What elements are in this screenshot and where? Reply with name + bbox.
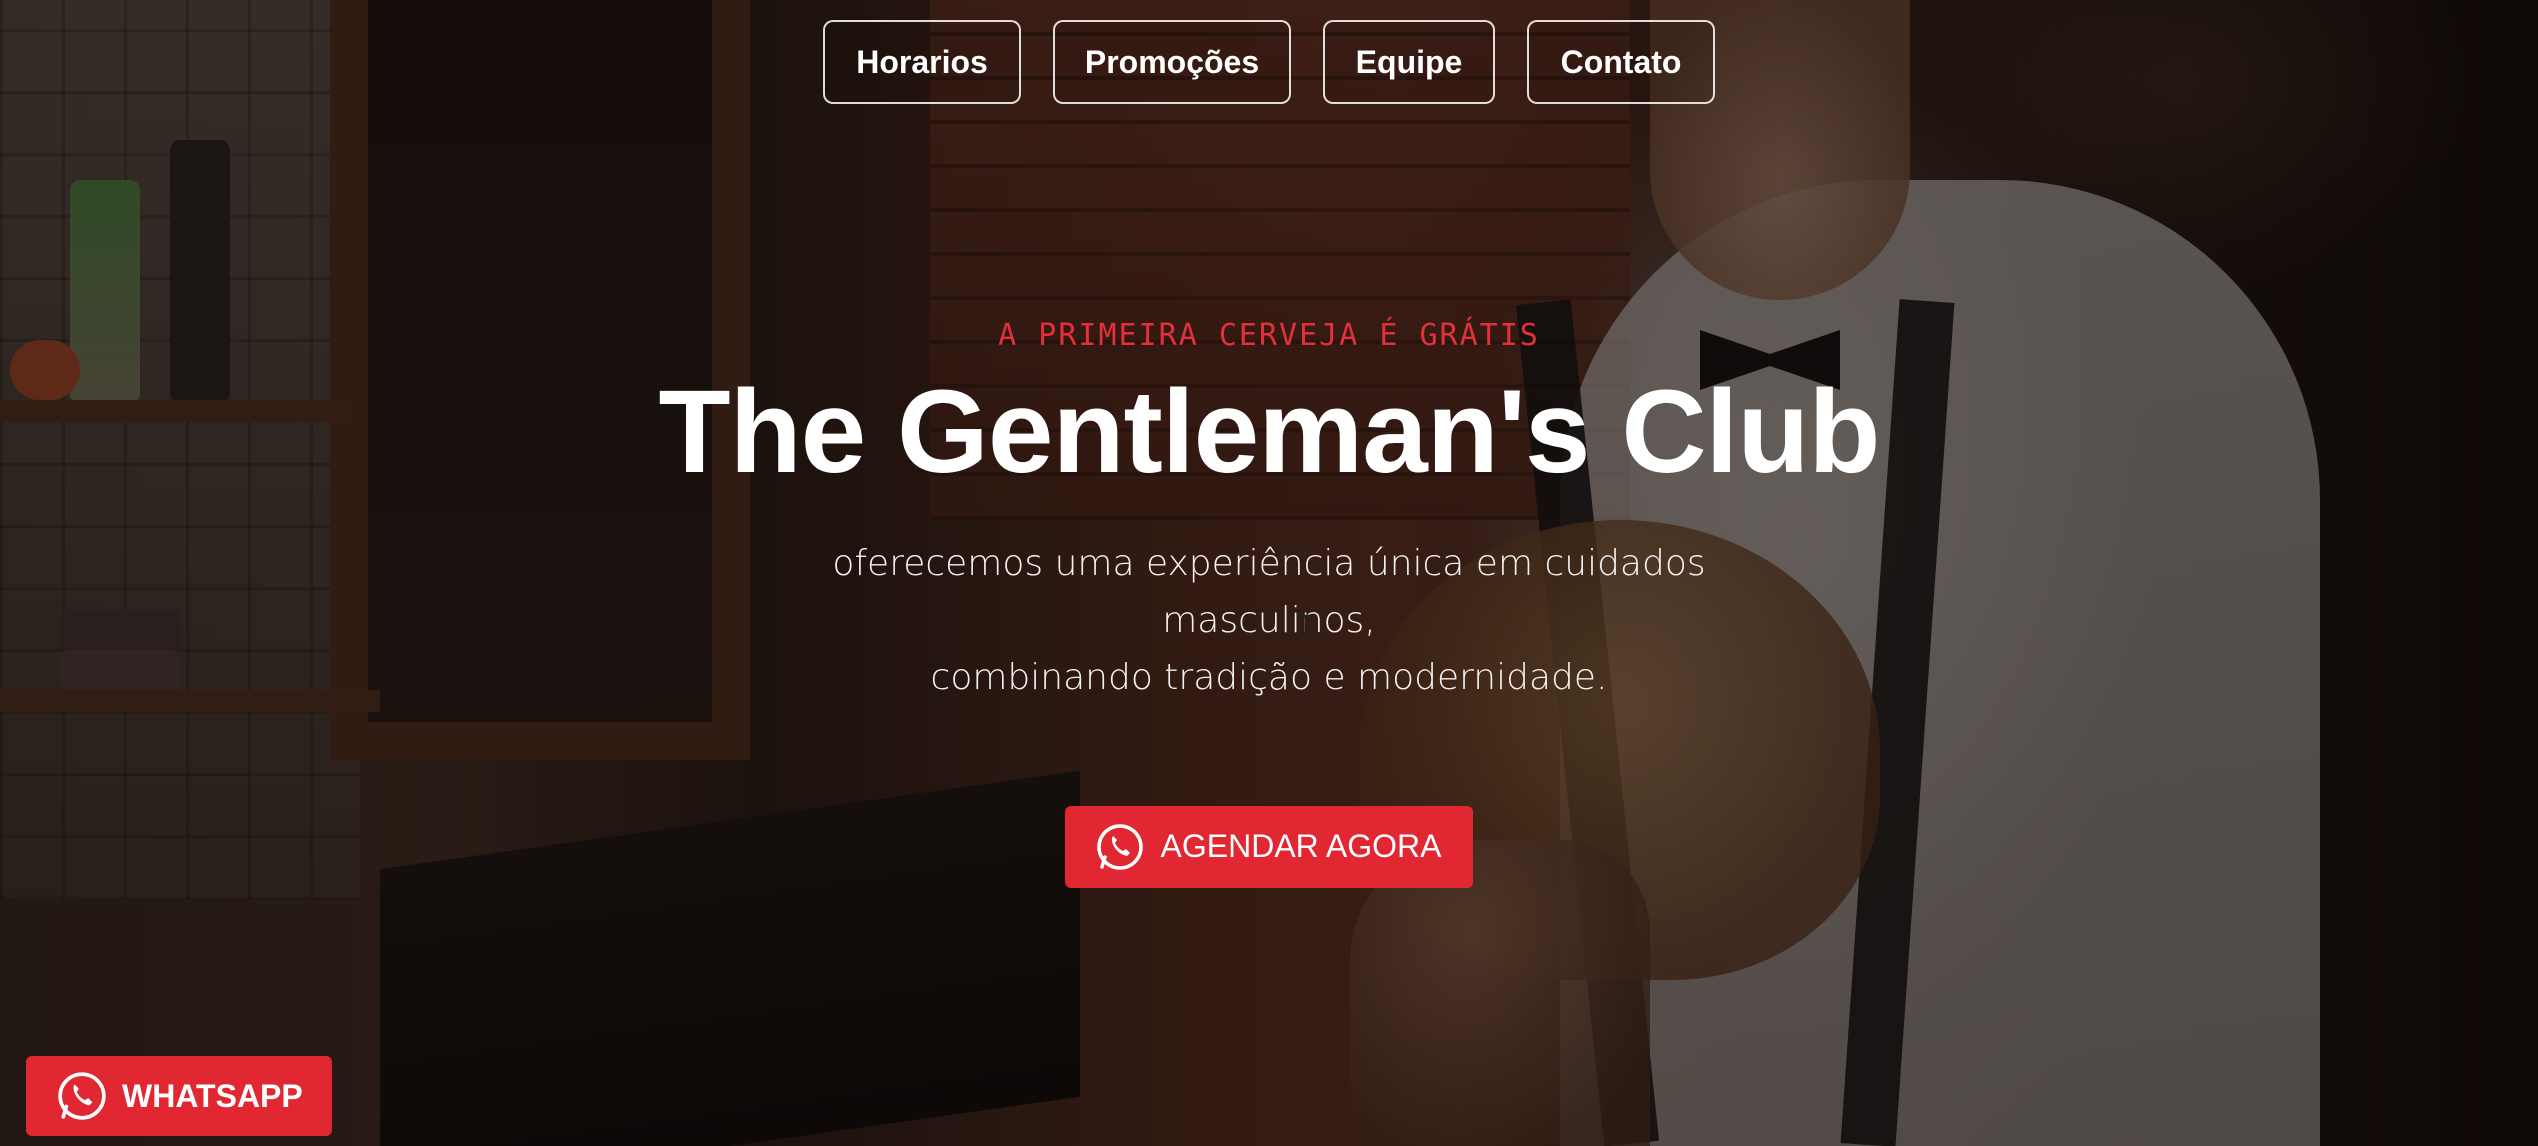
page-title: The Gentleman's Club: [658, 366, 1880, 498]
hero-subtitle: oferecemos uma experiência única em cuid…: [739, 535, 1799, 706]
hero-section: A PRIMEIRA CERVEJA É GRÁTIS The Gentlema…: [0, 318, 2538, 888]
whatsapp-icon: [58, 1072, 106, 1120]
nav-promocoes[interactable]: Promoções: [1053, 20, 1291, 104]
nav-contato[interactable]: Contato: [1527, 20, 1715, 104]
top-nav: Horarios Promoções Equipe Contato: [0, 20, 2538, 104]
nav-equipe[interactable]: Equipe: [1323, 20, 1495, 104]
whatsapp-icon: [1096, 824, 1143, 870]
text-cursor-icon: Ɪ: [1298, 609, 1315, 644]
hero-subtitle-line2: combinando tradição e modernidade.: [930, 656, 1608, 698]
promo-eyebrow: A PRIMEIRA CERVEJA É GRÁTIS: [998, 318, 1540, 353]
schedule-now-label: AGENDAR AGORA: [1160, 828, 1442, 865]
nav-horarios[interactable]: Horarios: [823, 20, 1021, 104]
hero-subtitle-line1: oferecemos uma experiência única em cuid…: [832, 542, 1706, 641]
whatsapp-label: WHATSAPP: [122, 1077, 303, 1114]
schedule-now-button[interactable]: AGENDAR AGORA: [1064, 805, 1474, 888]
whatsapp-floating-button[interactable]: WHATSAPP: [26, 1056, 332, 1136]
